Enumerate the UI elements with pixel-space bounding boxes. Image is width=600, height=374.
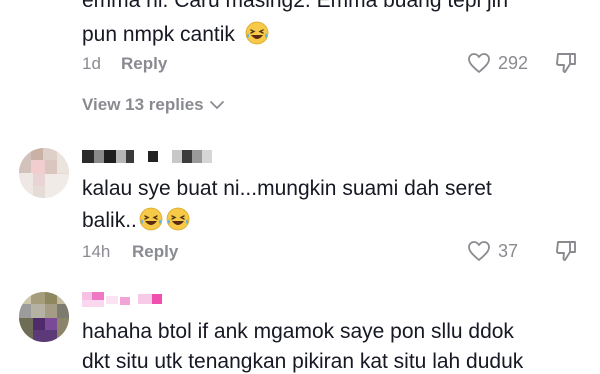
comment3-username[interactable] [82,292,172,308]
view-replies-label: View 13 replies [82,95,204,114]
comment2-like-count: 37 [498,241,519,261]
heart-icon[interactable] [466,51,492,75]
avatar[interactable] [19,148,69,198]
chevron-down-icon [209,101,224,110]
comment2-text: balik.. [82,209,137,232]
comment2-timestamp: 14h [82,242,111,261]
dislike-icon[interactable] [554,50,578,76]
laughing-emoji [166,207,190,231]
comment1-timestamp: 1d [82,54,101,73]
comment1-text-line2: pun nmpk cantik [82,21,269,47]
comment2-text-line2: balik.. [82,207,190,233]
dislike-icon[interactable] [554,238,578,264]
comment1-text-partial: emma ni. Caru masing2. Emma buang tepi j… [82,0,509,12]
comment1-like-count: 292 [498,53,529,73]
view-replies-button[interactable]: View 13 replies [82,95,225,115]
heart-icon[interactable] [466,239,492,263]
comment2-reply-button[interactable]: Reply [132,242,178,262]
comment3-text-partial: dkt situ utk tenangkan pikiran kat situ … [82,350,524,373]
comment1-reply-button[interactable]: Reply [121,54,167,74]
laughing-emoji [139,207,163,231]
comment3-text-line1: hahaha btol if ank mgamok saye pon sllu … [82,320,514,343]
comment2-username[interactable] [82,150,222,164]
comment2-text-line1: kalau sye buat ni...mungkin suami dah se… [82,177,492,200]
laughing-emoji [245,21,269,45]
comment1-text: pun nmpk cantik [82,23,235,46]
avatar[interactable] [19,292,69,342]
